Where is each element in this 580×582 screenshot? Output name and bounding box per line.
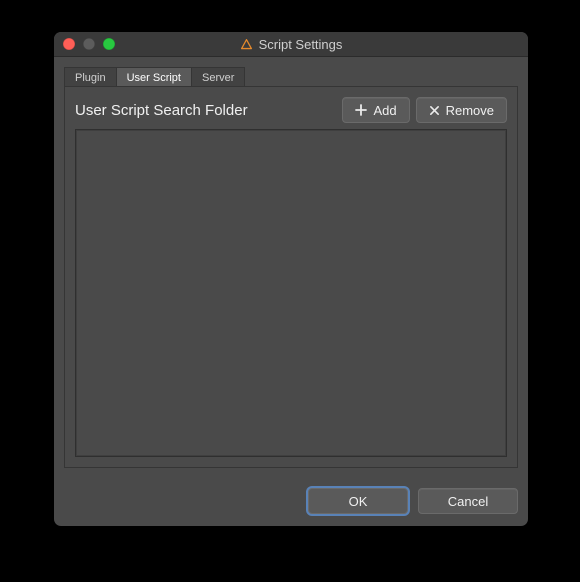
- app-triangle-icon: [240, 38, 253, 51]
- tab-label: Plugin: [75, 72, 106, 84]
- cancel-button[interactable]: Cancel: [418, 488, 518, 514]
- section-buttons: Add Remove: [342, 97, 507, 123]
- minimize-window-button[interactable]: [83, 38, 95, 50]
- folder-list[interactable]: [75, 129, 507, 457]
- window-title-text: Script Settings: [259, 37, 343, 52]
- window-title: Script Settings: [54, 37, 528, 52]
- window-controls: [63, 38, 115, 50]
- close-window-button[interactable]: [63, 38, 75, 50]
- section-label: User Script Search Folder: [75, 102, 248, 119]
- titlebar: Script Settings: [54, 32, 528, 57]
- add-button[interactable]: Add: [342, 97, 409, 123]
- tab-bar: Plugin User Script Server: [64, 67, 518, 87]
- content-area: Plugin User Script Server User Script Se…: [54, 57, 528, 478]
- zoom-window-button[interactable]: [103, 38, 115, 50]
- dialog-footer: OK Cancel: [54, 478, 528, 526]
- tab-label: Server: [202, 72, 234, 84]
- tab-pane-user-script: User Script Search Folder Add: [64, 86, 518, 468]
- ok-button-label: OK: [349, 494, 368, 509]
- tab-user-script[interactable]: User Script: [116, 67, 192, 87]
- tab-plugin[interactable]: Plugin: [64, 67, 117, 87]
- add-button-label: Add: [373, 103, 396, 118]
- plus-icon: [355, 104, 367, 116]
- ok-button[interactable]: OK: [308, 488, 408, 514]
- tab-label: User Script: [127, 72, 181, 84]
- script-settings-window: Script Settings Plugin User Script Serve…: [54, 32, 528, 526]
- tab-server[interactable]: Server: [191, 67, 245, 87]
- remove-button-label: Remove: [446, 103, 494, 118]
- remove-button[interactable]: Remove: [416, 97, 507, 123]
- cancel-button-label: Cancel: [448, 494, 488, 509]
- x-icon: [429, 105, 440, 116]
- section-header-row: User Script Search Folder Add: [75, 97, 507, 123]
